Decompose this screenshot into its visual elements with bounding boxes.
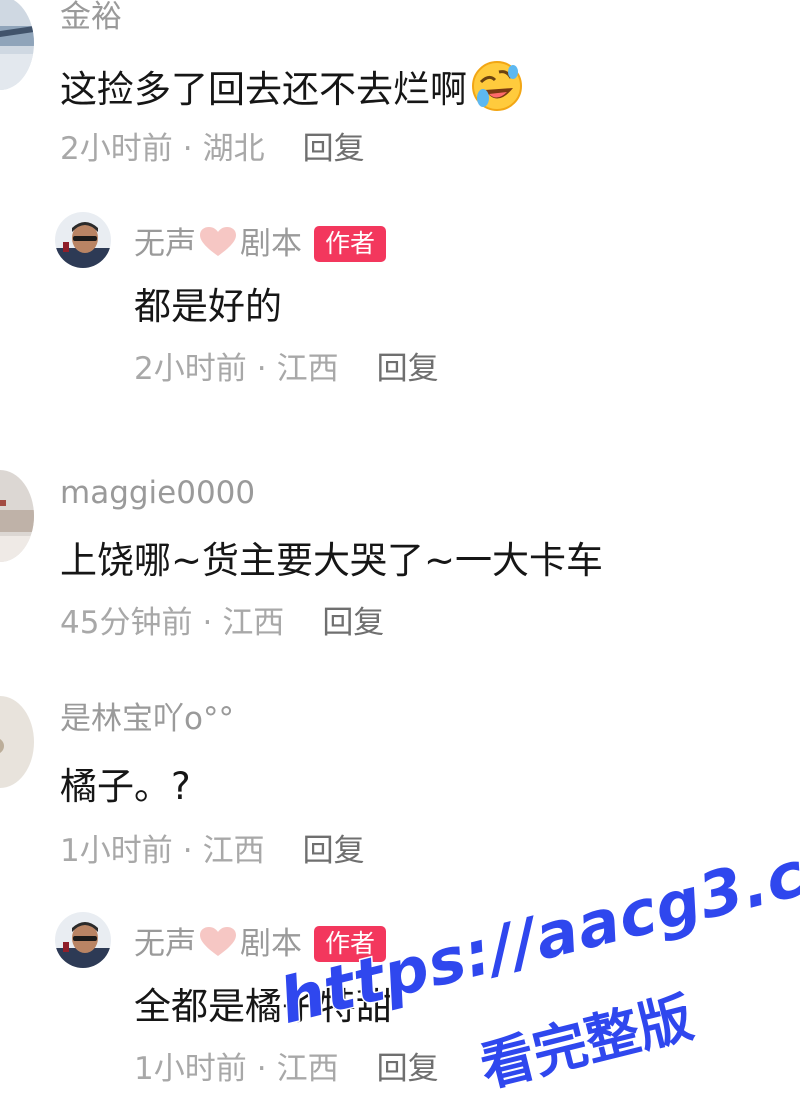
author-badge: 作者 <box>314 926 387 962</box>
avatar[interactable] <box>0 696 34 788</box>
meta-separator: · <box>182 131 193 167</box>
heart-icon <box>198 226 238 258</box>
reply-button[interactable]: 回复 <box>303 131 365 167</box>
comment-meta: 2小时前 · 江西 回复 <box>134 354 439 385</box>
comment-item: 金裕 这捡多了回去还不去烂啊 2小时前 · 湖北 回复 <box>0 0 800 200</box>
comment-location: 江西 <box>276 1051 339 1087</box>
comment-time: 2小时前 <box>134 351 247 387</box>
avatar[interactable] <box>0 470 34 562</box>
commenter-name-text: 无声 <box>134 226 196 262</box>
reply-button[interactable]: 回复 <box>377 351 439 387</box>
author-badge: 作者 <box>314 226 387 262</box>
reply-button[interactable]: 回复 <box>377 1051 439 1087</box>
comment-text: 上饶哪~货主要大哭了~一大卡车 <box>60 539 604 582</box>
reply-button[interactable]: 回复 <box>322 605 384 641</box>
meta-separator: · <box>256 1051 267 1087</box>
heart-icon <box>198 926 238 958</box>
comment-location: 湖北 <box>202 131 265 167</box>
comment-text: 橘子。? <box>60 765 191 808</box>
comment-time: 45分钟前 <box>60 605 193 641</box>
commenter-name[interactable]: 金裕 <box>60 2 122 33</box>
meta-separator: · <box>256 351 267 387</box>
reply-item: 无声 剧本 作者 全都是橘子特甜 1小时前 · 江西 回复 <box>0 900 800 1119</box>
comment-location: 江西 <box>276 351 339 387</box>
commenter-name[interactable]: 是林宝吖o°° <box>60 704 234 735</box>
comment-time: 1小时前 <box>60 833 173 869</box>
rolling-on-floor-laughing-emoji-icon <box>471 60 523 112</box>
reply-item: 无声 剧本 作者 都是好的 2小时前 · 江西 回复 <box>0 200 800 440</box>
meta-separator: · <box>182 833 193 869</box>
comment-location: 江西 <box>202 833 265 869</box>
commenter-name-suffix: 剧本 <box>240 926 302 962</box>
avatar[interactable] <box>0 0 34 90</box>
comment-time: 1小时前 <box>134 1051 247 1087</box>
comment-item: maggie0000 上饶哪~货主要大哭了~一大卡车 45分钟前 · 江西 回复 <box>0 468 800 668</box>
comment-meta: 1小时前 · 江西 回复 <box>134 1054 439 1085</box>
avatar[interactable] <box>55 912 111 968</box>
commenter-name-suffix: 剧本 <box>240 226 302 262</box>
commenter-name[interactable]: 无声 剧本 作者 <box>134 226 387 262</box>
commenter-name-text: 无声 <box>134 926 196 962</box>
comment-time: 2小时前 <box>60 131 173 167</box>
comment-text-content: 这捡多了回去还不去烂啊 <box>60 68 467 111</box>
comment-item: 是林宝吖o°° 橘子。? 1小时前 · 江西 回复 <box>0 692 800 892</box>
avatar[interactable] <box>55 212 111 268</box>
comment-meta: 2小时前 · 湖北 回复 <box>60 134 365 165</box>
reply-button[interactable]: 回复 <box>303 833 365 869</box>
commenter-name[interactable]: maggie0000 <box>60 478 255 509</box>
comment-meta: 45分钟前 · 江西 回复 <box>60 608 384 639</box>
comment-text: 都是好的 <box>134 285 282 328</box>
comment-text: 这捡多了回去还不去烂啊 <box>60 60 523 112</box>
comment-text: 全都是橘子特甜 <box>134 985 393 1028</box>
comment-meta: 1小时前 · 江西 回复 <box>60 836 365 867</box>
meta-separator: · <box>202 605 213 641</box>
commenter-name[interactable]: 无声 剧本 作者 <box>134 926 387 962</box>
comment-location: 江西 <box>222 605 285 641</box>
